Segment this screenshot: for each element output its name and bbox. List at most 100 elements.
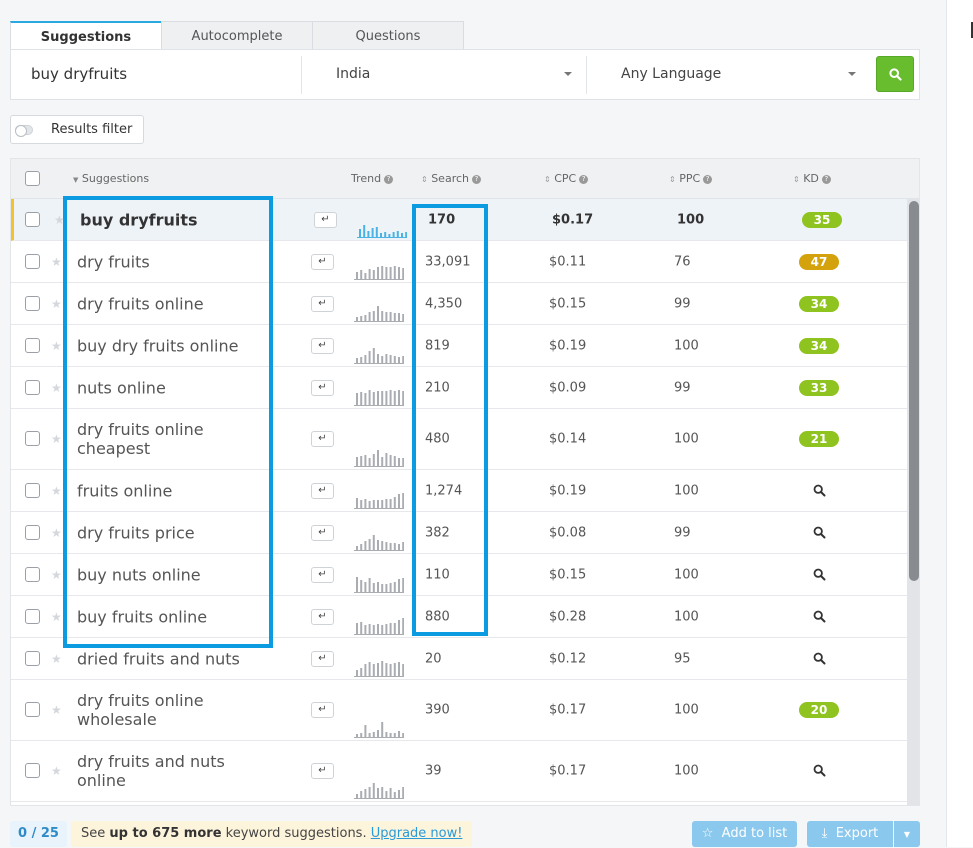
enter-keyword-icon[interactable]: ↵ — [311, 524, 334, 541]
star-icon[interactable]: ★ — [51, 296, 62, 312]
row-checkbox[interactable] — [25, 379, 40, 395]
star-icon[interactable]: ★ — [51, 338, 62, 354]
sort-down-icon: ▼ — [73, 176, 79, 184]
tab-autocomplete[interactable]: Autocomplete — [161, 21, 313, 50]
scrollbar[interactable] — [907, 199, 919, 805]
enter-keyword-icon[interactable]: ↵ — [311, 295, 334, 312]
filter-toggle[interactable] — [15, 125, 33, 137]
tab-questions[interactable]: Questions — [312, 21, 464, 50]
scrollbar-thumb[interactable] — [909, 201, 919, 581]
upgrade-link[interactable]: Upgrade now! — [371, 826, 463, 841]
row-checkbox[interactable] — [25, 702, 40, 717]
table-row[interactable]: ★ dry fruits online wholesale ↵ 390 $0.17 100… — [11, 680, 907, 741]
enter-keyword-icon[interactable]: ↵ — [311, 253, 334, 270]
enter-keyword-icon[interactable]: ↵ — [311, 702, 334, 718]
search-icon[interactable] — [813, 610, 826, 623]
enter-keyword-icon[interactable]: ↵ — [311, 608, 334, 625]
row-checkbox[interactable] — [25, 650, 40, 666]
enter-keyword-icon[interactable]: ↵ — [311, 566, 334, 583]
keyword-text[interactable]: dried fruits and nuts — [77, 649, 277, 668]
star-icon[interactable]: ★ — [51, 525, 62, 541]
trend-bar — [381, 266, 384, 279]
enter-keyword-icon[interactable]: ↵ — [314, 211, 337, 228]
trend-bar — [360, 733, 363, 737]
enter-keyword-icon[interactable]: ↵ — [311, 482, 334, 499]
col-kd[interactable]: ⇕ KD? — [793, 159, 831, 200]
highlight-box-search-volume — [412, 204, 488, 636]
add-to-list-button[interactable]: ☆ Add to list — [692, 821, 797, 847]
star-icon[interactable]: ★ — [51, 431, 62, 447]
results-filter-button[interactable]: Results filter — [10, 115, 144, 144]
enter-keyword-icon[interactable]: ↵ — [311, 379, 334, 396]
row-checkbox[interactable] — [25, 763, 40, 778]
trend-bar — [364, 582, 367, 592]
enter-keyword-icon[interactable]: ↵ — [311, 763, 334, 779]
col-cpc[interactable]: ⇕ CPC? — [544, 159, 589, 200]
search-icon[interactable] — [813, 484, 826, 497]
keyword-text[interactable]: dry fruits and nuts online — [77, 752, 277, 790]
chevron-down-icon: ▼ — [903, 830, 911, 839]
star-icon[interactable]: ★ — [51, 380, 62, 396]
table-row[interactable]: ★ dry fruits and nuts online ↵ 39 $0.17 100 — [11, 741, 907, 802]
enter-keyword-icon[interactable]: ↵ — [311, 337, 334, 354]
star-icon[interactable]: ★ — [51, 702, 62, 718]
row-checkbox[interactable] — [25, 482, 40, 498]
sort-icon: ⇕ — [793, 175, 800, 184]
trend-bar — [385, 624, 388, 634]
row-checkbox[interactable] — [25, 337, 40, 353]
trend-bar — [401, 233, 403, 237]
trend-bar — [393, 582, 396, 592]
star-icon[interactable]: ★ — [51, 609, 62, 625]
trend-bar — [372, 311, 375, 321]
star-icon[interactable]: ★ — [51, 567, 62, 583]
search-button[interactable] — [876, 56, 914, 92]
trend-bar — [368, 269, 371, 279]
keyword-text[interactable]: dry fruits online wholesale — [77, 691, 277, 729]
row-checkbox[interactable] — [25, 524, 40, 540]
export-button[interactable]: ⤓ Export — [807, 821, 893, 847]
location-select[interactable]: India — [336, 50, 576, 99]
trend-bar — [375, 227, 378, 237]
table-header: ▼ Suggestions Trend? ⇕ Search? ⇕ CPC? ⇕ … — [11, 159, 919, 200]
trend-bar — [402, 542, 404, 550]
search-icon[interactable] — [813, 764, 826, 777]
language-select[interactable]: Any Language — [621, 50, 861, 99]
enter-keyword-icon[interactable]: ↵ — [311, 650, 334, 667]
keyword-input[interactable]: buy dryfruits — [31, 50, 127, 99]
row-checkbox[interactable] — [25, 608, 40, 624]
col-trend[interactable]: Trend? — [351, 159, 394, 199]
star-icon[interactable]: ★ — [51, 763, 62, 779]
row-checkbox[interactable] — [25, 295, 40, 311]
ppc-value: 100 — [674, 338, 699, 353]
ppc-value: 100 — [674, 702, 699, 718]
enter-keyword-icon[interactable]: ↵ — [311, 431, 334, 447]
select-all-checkbox[interactable] — [25, 171, 40, 186]
row-checkbox[interactable] — [25, 211, 40, 227]
star-icon[interactable]: ★ — [51, 254, 62, 270]
tab-suggestions[interactable]: Suggestions — [10, 21, 162, 51]
trend-bar — [389, 267, 392, 279]
help-icon: ? — [579, 175, 589, 184]
star-icon[interactable]: ★ — [51, 483, 62, 499]
col-suggestions[interactable]: ▼ Suggestions — [73, 159, 149, 200]
search-icon[interactable] — [813, 526, 826, 539]
export-dropdown-button[interactable]: ▼ — [894, 821, 920, 847]
search-icon[interactable] — [813, 568, 826, 581]
col-ppc[interactable]: ⇕ PPC? — [669, 159, 713, 200]
help-icon: ? — [703, 175, 713, 184]
row-checkbox[interactable] — [25, 431, 40, 446]
search-icon[interactable] — [813, 652, 826, 665]
trend-bar — [372, 535, 375, 550]
star-icon[interactable]: ★ — [51, 651, 62, 667]
trend-bar — [368, 351, 371, 363]
row-checkbox[interactable] — [25, 253, 40, 269]
trend-bar — [377, 788, 379, 798]
row-checkbox[interactable] — [25, 566, 40, 582]
trend-bar — [402, 391, 404, 405]
trend-bar — [398, 458, 400, 466]
cpc-value: $0.19 — [549, 483, 587, 498]
trend-bar — [393, 313, 396, 321]
col-search[interactable]: ⇕ Search? — [421, 159, 481, 200]
trend-bar — [402, 787, 404, 798]
search-bar: buy dryfruits India Any Language — [10, 49, 920, 100]
